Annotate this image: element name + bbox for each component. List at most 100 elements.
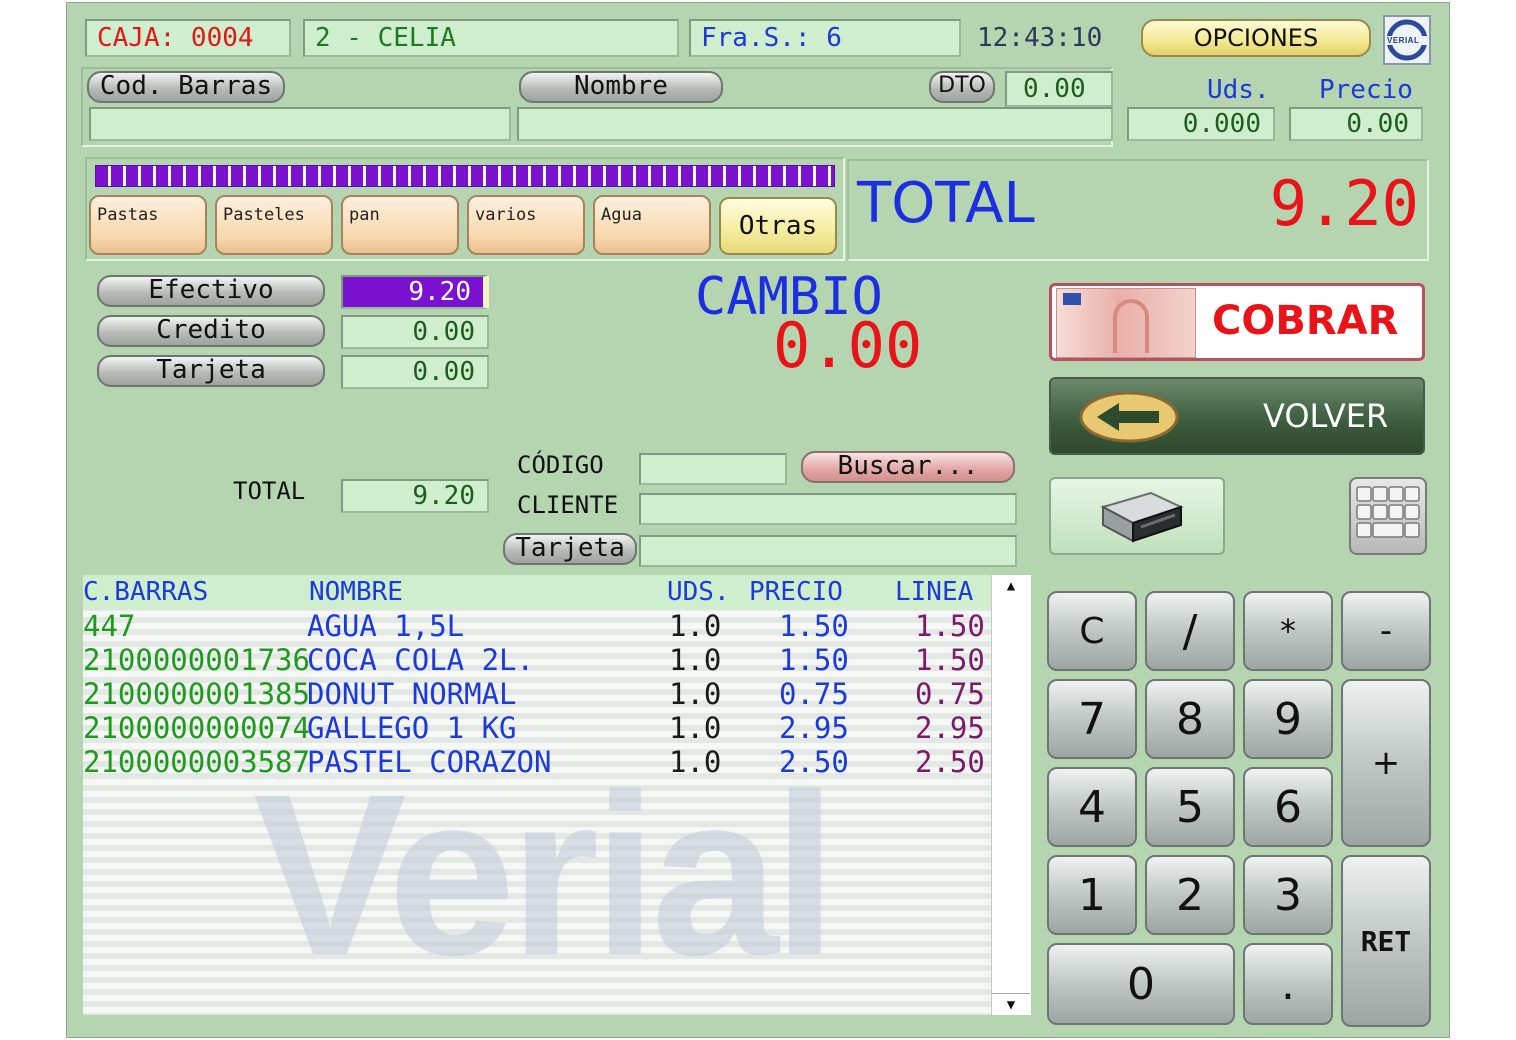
nombre-input[interactable] — [517, 107, 1113, 141]
cod-barras-button[interactable]: Cod. Barras — [87, 71, 285, 103]
cell-uds: 1.0 — [669, 677, 722, 711]
keyboard-icon — [1356, 486, 1420, 538]
euro-note-arch — [1113, 299, 1149, 353]
credito-field[interactable]: 0.00 — [341, 315, 489, 349]
table-watermark: Verial — [253, 746, 837, 1003]
vendedor-field[interactable]: 2 - CELIA — [303, 19, 679, 57]
cobrar-button[interactable]: COBRAR — [1049, 283, 1425, 361]
scroll-up-arrow-icon[interactable]: ▲ — [992, 575, 1030, 597]
key-decimal[interactable]: . — [1243, 943, 1333, 1025]
customer-tarjeta-button[interactable]: Tarjeta — [503, 533, 637, 565]
cell-cbarras: 2100000001385 — [83, 677, 310, 711]
buscar-button[interactable]: Buscar... — [801, 451, 1015, 483]
tarjeta-button[interactable]: Tarjeta — [97, 355, 325, 387]
lines-table: Verial C.BARRAS NOMBRE UDS. PRECIO LINEA… — [83, 575, 1031, 1015]
total-value: 9.20 — [1269, 167, 1419, 240]
key-6[interactable]: 6 — [1243, 767, 1333, 847]
precio-label: Precio — [1319, 75, 1413, 105]
cell-nombre: AGUA 1,5L — [307, 609, 465, 643]
table-row[interactable]: 2100000001385 DONUT NORMAL 1.0 0.75 0.75 — [83, 677, 991, 711]
key-9[interactable]: 9 — [1243, 679, 1333, 759]
dto-field[interactable]: 0.00 — [1005, 71, 1113, 107]
scroll-down-arrow-icon[interactable]: ▼ — [992, 993, 1030, 1015]
key-8[interactable]: 8 — [1145, 679, 1235, 759]
nombre-button[interactable]: Nombre — [519, 71, 723, 103]
key-3[interactable]: 3 — [1243, 855, 1333, 935]
opciones-button[interactable]: OPCIONES — [1141, 19, 1371, 57]
category-varios[interactable]: varios — [467, 195, 585, 255]
column-header-nombre: NOMBRE — [309, 577, 403, 607]
verial-logo: VERIAL — [1383, 15, 1431, 65]
volver-button[interactable]: VOLVER — [1049, 377, 1425, 455]
key-return[interactable]: RET — [1341, 855, 1431, 1027]
category-agua[interactable]: Agua — [593, 195, 711, 255]
cliente-input[interactable] — [639, 493, 1017, 525]
key-5[interactable]: 5 — [1145, 767, 1235, 847]
cod-barras-input[interactable] — [89, 107, 511, 141]
tarjeta-field[interactable]: 0.00 — [341, 355, 489, 389]
key-clear[interactable]: C — [1047, 591, 1137, 671]
verial-logo-text: VERIAL — [1387, 36, 1420, 45]
customer-tarjeta-input[interactable] — [639, 535, 1017, 567]
table-row[interactable]: 2100000001736 COCA COLA 2L. 1.0 1.50 1.50 — [83, 643, 991, 677]
cell-uds: 1.0 — [669, 745, 722, 779]
cell-precio: 2.95 — [779, 711, 849, 745]
column-header-precio: PRECIO — [749, 577, 843, 607]
key-plus[interactable]: + — [1341, 679, 1431, 847]
key-4[interactable]: 4 — [1047, 767, 1137, 847]
precio-field[interactable]: 0.00 — [1289, 107, 1423, 141]
table-row[interactable]: 2100000000074 GALLEGO 1 KG 1.0 2.95 2.95 — [83, 711, 991, 745]
volver-label: VOLVER — [1263, 397, 1389, 435]
progress-bar — [95, 165, 835, 187]
cash-drawer-button[interactable] — [1049, 477, 1225, 555]
codigo-label: CÓDIGO — [517, 451, 604, 479]
category-pastas[interactable]: Pastas — [89, 195, 207, 255]
cell-precio: 1.50 — [779, 609, 849, 643]
cell-precio: 0.75 — [779, 677, 849, 711]
category-pasteles[interactable]: Pasteles — [215, 195, 333, 255]
clock-display: 12:43:10 — [977, 23, 1103, 53]
key-minus[interactable]: - — [1341, 591, 1431, 671]
key-7[interactable]: 7 — [1047, 679, 1137, 759]
column-header-uds: UDS. — [667, 577, 730, 607]
otras-button[interactable]: Otras — [719, 197, 837, 255]
euro-note-stars — [1063, 293, 1081, 305]
cell-linea: 1.50 — [915, 609, 985, 643]
efectivo-button[interactable]: Efectivo — [97, 275, 325, 307]
codigo-input[interactable] — [639, 453, 787, 485]
table-row[interactable]: 2100000003587 PASTEL CORAZON 1.0 2.50 2.50 — [83, 745, 991, 779]
efectivo-field[interactable]: 9.20 — [341, 275, 489, 309]
cell-uds: 1.0 — [669, 643, 722, 677]
key-0[interactable]: 0 — [1047, 943, 1235, 1025]
uds-field[interactable]: 0.000 — [1127, 107, 1275, 141]
cell-nombre: DONUT NORMAL — [307, 677, 517, 711]
cell-precio: 1.50 — [779, 643, 849, 677]
cell-cbarras: 2100000001736 — [83, 643, 310, 677]
uds-label: Uds. — [1207, 75, 1270, 105]
cell-cbarras: 447 — [83, 609, 136, 643]
credito-button[interactable]: Credito — [97, 315, 325, 347]
cell-uds: 1.0 — [669, 609, 722, 643]
total-label: TOTAL — [857, 171, 1035, 236]
cell-nombre: COCA COLA 2L. — [307, 643, 534, 677]
cambio-value: 0.00 — [773, 309, 923, 382]
key-1[interactable]: 1 — [1047, 855, 1137, 935]
caja-field: CAJA: 0004 — [85, 19, 291, 57]
category-pan[interactable]: pan — [341, 195, 459, 255]
cell-linea: 1.50 — [915, 643, 985, 677]
dto-button[interactable]: DTO — [929, 71, 995, 103]
table-row[interactable]: 447 AGUA 1,5L 1.0 1.50 1.50 — [83, 609, 991, 643]
cash-drawer-icon — [1100, 491, 1184, 543]
on-screen-keyboard-button[interactable] — [1349, 477, 1427, 555]
customer-total-label: TOTAL — [233, 477, 306, 505]
table-scrollbar[interactable]: ▲ ▼ — [991, 575, 1031, 1015]
cell-nombre: GALLEGO 1 KG — [307, 711, 517, 745]
cliente-label: CLIENTE — [517, 491, 619, 519]
key-divide[interactable]: / — [1145, 591, 1235, 671]
total-panel: TOTAL 9.20 — [847, 159, 1429, 261]
cell-precio: 2.50 — [779, 745, 849, 779]
key-multiply[interactable]: * — [1243, 591, 1333, 671]
arrow-left-icon — [1079, 391, 1179, 443]
key-2[interactable]: 2 — [1145, 855, 1235, 935]
factura-field: Fra.S.: 6 — [689, 19, 961, 57]
